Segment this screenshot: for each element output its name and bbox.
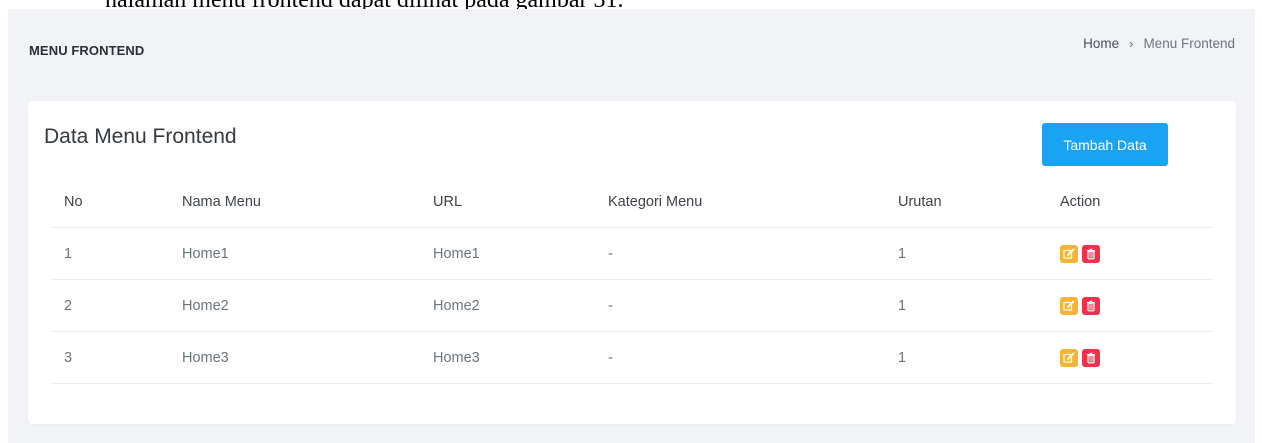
edit-icon bbox=[1063, 300, 1075, 311]
cell-urutan: 1 bbox=[884, 279, 1046, 332]
cell-kategori-menu: - bbox=[594, 331, 884, 384]
data-card: Data Menu Frontend Tambah Data No Nama M… bbox=[28, 101, 1236, 424]
cell-nama-menu: Home3 bbox=[168, 331, 419, 384]
cell-kategori-menu: - bbox=[594, 227, 884, 280]
row-actions bbox=[1060, 296, 1214, 315]
card-title: Data Menu Frontend bbox=[44, 125, 237, 148]
edit-button[interactable] bbox=[1060, 296, 1078, 315]
app-window: MENU FRONTEND Home › Menu Frontend Data … bbox=[8, 9, 1255, 443]
column-header-no: No bbox=[50, 177, 168, 228]
breadcrumb-home-link[interactable]: Home bbox=[1083, 36, 1119, 51]
column-header-kategori-menu: Kategori Menu bbox=[594, 177, 884, 228]
delete-button[interactable] bbox=[1082, 296, 1100, 315]
delete-button[interactable] bbox=[1082, 244, 1100, 263]
column-header-urutan: Urutan bbox=[884, 177, 1046, 228]
cell-action bbox=[1046, 227, 1214, 280]
add-data-button[interactable]: Tambah Data bbox=[1042, 123, 1168, 166]
cell-urutan: 1 bbox=[884, 331, 1046, 384]
cell-action bbox=[1046, 331, 1214, 384]
column-header-action: Action bbox=[1046, 177, 1214, 228]
table-row: 1 Home1 Home1 - 1 bbox=[50, 227, 1214, 280]
breadcrumb: Home › Menu Frontend bbox=[1083, 36, 1235, 51]
cell-no: 1 bbox=[50, 227, 168, 280]
page-title: MENU FRONTEND bbox=[29, 43, 145, 58]
cell-nama-menu: Home1 bbox=[168, 227, 419, 280]
column-header-nama-menu: Nama Menu bbox=[168, 177, 419, 228]
row-actions bbox=[1060, 348, 1214, 367]
cell-url: Home1 bbox=[419, 227, 594, 280]
cell-kategori-menu: - bbox=[594, 279, 884, 332]
column-header-url: URL bbox=[419, 177, 594, 228]
trash-icon bbox=[1087, 352, 1095, 363]
table-header-row: No Nama Menu URL Kategori Menu Urutan Ac… bbox=[50, 177, 1214, 228]
cell-no: 2 bbox=[50, 279, 168, 332]
cell-no: 3 bbox=[50, 331, 168, 384]
trash-icon bbox=[1087, 248, 1095, 259]
menu-table: No Nama Menu URL Kategori Menu Urutan Ac… bbox=[50, 177, 1214, 384]
cell-nama-menu: Home2 bbox=[168, 279, 419, 332]
cell-url: Home3 bbox=[419, 331, 594, 384]
table-row: 2 Home2 Home2 - 1 bbox=[50, 279, 1214, 332]
cell-url: Home2 bbox=[419, 279, 594, 332]
edit-button[interactable] bbox=[1060, 244, 1078, 263]
trash-icon bbox=[1087, 300, 1095, 311]
row-actions bbox=[1060, 244, 1214, 263]
cell-action bbox=[1046, 279, 1214, 332]
breadcrumb-current: Menu Frontend bbox=[1143, 36, 1235, 51]
edit-button[interactable] bbox=[1060, 348, 1078, 367]
delete-button[interactable] bbox=[1082, 348, 1100, 367]
cell-urutan: 1 bbox=[884, 227, 1046, 280]
edit-icon bbox=[1063, 248, 1075, 259]
edit-icon bbox=[1063, 352, 1075, 363]
table-row: 3 Home3 Home3 - 1 bbox=[50, 331, 1214, 384]
breadcrumb-separator-icon: › bbox=[1129, 36, 1134, 51]
